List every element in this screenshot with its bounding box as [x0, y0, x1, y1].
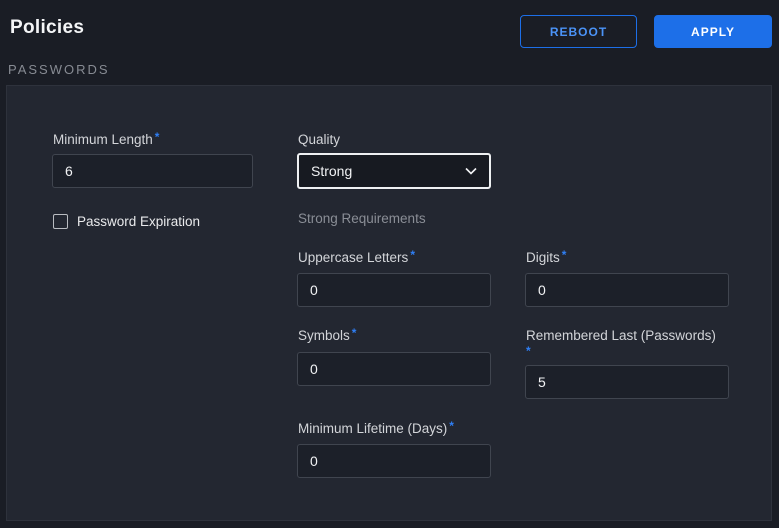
passwords-panel: Minimum Length* Quality Strong Password … — [6, 85, 772, 521]
required-indicator: * — [352, 326, 357, 340]
remembered-last-label: Remembered Last (Passwords)* — [526, 328, 738, 358]
min-length-label: Minimum Length* — [53, 132, 159, 147]
min-lifetime-label: Minimum Lifetime (Days)* — [298, 421, 454, 436]
uppercase-letters-label: Uppercase Letters* — [298, 250, 415, 265]
password-expiration-row: Password Expiration — [53, 214, 200, 229]
symbols-input[interactable] — [297, 352, 491, 386]
required-indicator: * — [526, 344, 738, 358]
remembered-last-input[interactable] — [525, 365, 729, 399]
quality-label: Quality — [298, 132, 340, 147]
required-indicator: * — [155, 130, 160, 144]
symbols-label: Symbols* — [298, 328, 356, 343]
password-expiration-label: Password Expiration — [77, 214, 200, 229]
page-title: Policies — [10, 17, 84, 39]
strong-requirements-heading: Strong Requirements — [298, 211, 426, 226]
required-indicator: * — [449, 419, 454, 433]
chevron-down-icon — [465, 167, 477, 175]
uppercase-letters-input[interactable] — [297, 273, 491, 307]
required-indicator: * — [562, 248, 567, 262]
quality-select-value: Strong — [311, 163, 352, 179]
digits-input[interactable] — [525, 273, 729, 307]
min-length-input[interactable] — [52, 154, 253, 188]
section-label-passwords: PASSWORDS — [8, 62, 110, 77]
password-expiration-checkbox[interactable] — [53, 214, 68, 229]
reboot-button[interactable]: REBOOT — [520, 15, 637, 48]
quality-select[interactable]: Strong — [297, 153, 491, 189]
digits-label: Digits* — [526, 250, 566, 265]
required-indicator: * — [410, 248, 415, 262]
min-lifetime-input[interactable] — [297, 444, 491, 478]
policies-page: Policies REBOOT APPLY PASSWORDS Minimum … — [0, 0, 779, 528]
apply-button[interactable]: APPLY — [654, 15, 772, 48]
